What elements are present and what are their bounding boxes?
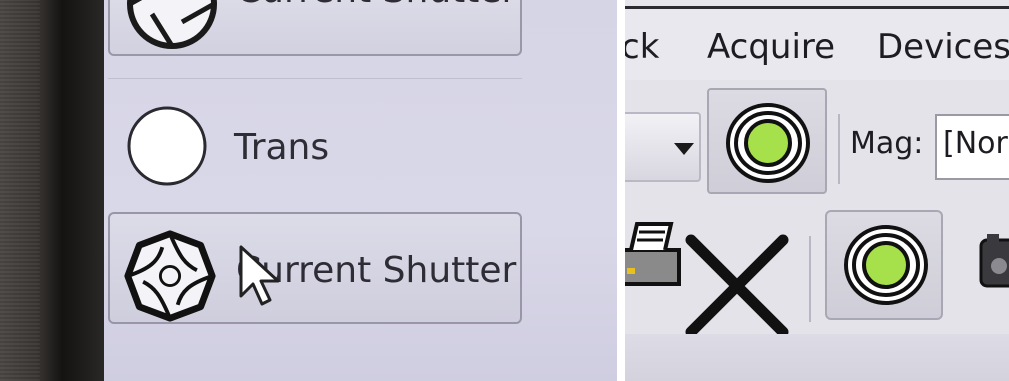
mag-select[interactable]: [Nor <box>935 114 1009 180</box>
app-toolbar-closeup: ck Acquire Devices Mag: [Nor <box>625 0 1009 381</box>
close-x-icon[interactable] <box>685 234 789 338</box>
green-shutter-icon <box>844 225 928 305</box>
menu-item-acquire[interactable]: Acquire <box>707 27 835 67</box>
monitor-bezel <box>0 0 104 381</box>
menu-item-partial[interactable]: ck <box>625 27 659 67</box>
shutter-icon <box>124 230 216 322</box>
toolbar-bottom <box>625 202 1009 381</box>
menu-item-current-shutter-top[interactable]: Current Shutter <box>108 0 522 56</box>
mag-value: [Nor <box>943 126 1008 161</box>
toolbar-separator <box>809 236 811 322</box>
arrow-cursor-icon <box>239 245 280 306</box>
menu-item-current-shutter[interactable]: Current Shutter <box>108 212 522 324</box>
shutter-toggle-button[interactable] <box>707 88 827 194</box>
menu-item-devices[interactable]: Devices <box>877 27 1009 67</box>
shutter-toggle-button[interactable] <box>825 210 943 320</box>
menu-bar: ck Acquire Devices <box>625 6 1009 83</box>
camera-icon[interactable] <box>977 232 1009 292</box>
green-shutter-icon <box>726 103 810 183</box>
printer-icon[interactable] <box>625 216 687 296</box>
circle-icon <box>127 106 207 186</box>
toolbar-separator <box>838 114 840 184</box>
context-menu-closeup: Current Shutter Trans Current Shutter <box>0 0 617 381</box>
shutter-icon <box>127 0 217 49</box>
mag-label: Mag: <box>850 126 924 161</box>
menu-item-label: Trans <box>234 127 330 168</box>
toolbar-bottom-strip <box>625 334 1009 381</box>
toolbar-top: Mag: [Nor <box>625 80 1009 202</box>
dropdown-arrow-icon[interactable] <box>673 142 695 156</box>
menu-item-trans[interactable]: Trans <box>108 78 522 208</box>
menu-item-label: Current Shutter <box>236 0 516 11</box>
